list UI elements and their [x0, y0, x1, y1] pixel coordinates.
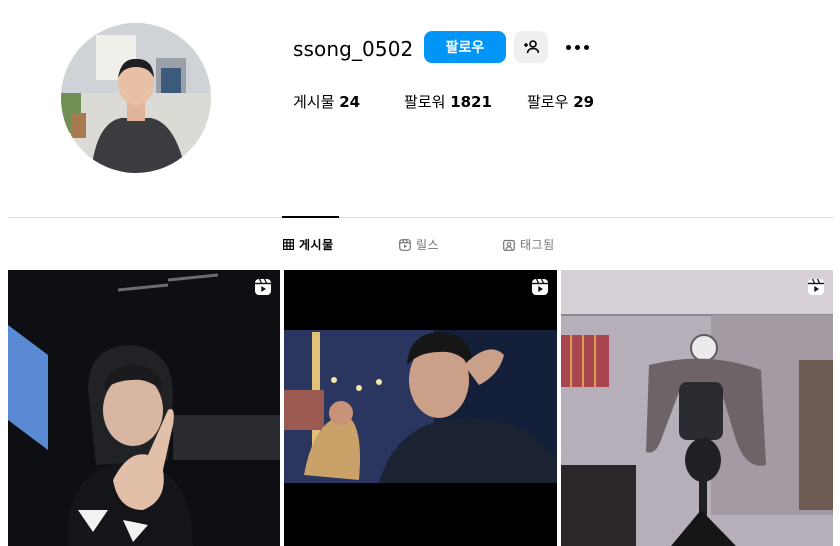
more-dot-icon [583, 44, 589, 50]
tagged-icon [503, 239, 515, 251]
profile-avatar[interactable] [61, 23, 211, 173]
active-tab-indicator [282, 216, 339, 218]
tab-reels[interactable]: 릴스 [399, 236, 439, 253]
followers-label: 팔로워 [404, 93, 446, 111]
followers-count[interactable]: 팔로워 1821 [404, 91, 492, 112]
posts-label: 게시물 [293, 93, 335, 111]
tab-posts[interactable]: 게시물 [283, 236, 334, 253]
posts-count: 게시물 24 [293, 91, 360, 112]
reel-icon [532, 278, 548, 295]
more-dot-icon [565, 44, 571, 50]
more-options-button[interactable] [562, 37, 592, 57]
profile-username: ssong_0502 [293, 37, 414, 61]
post-thumbnail [8, 270, 280, 546]
following-value: 29 [573, 93, 595, 111]
post-tile[interactable] [284, 270, 557, 546]
avatar-photo [61, 23, 211, 173]
reels-icon [399, 238, 411, 251]
more-dot-icon [574, 44, 580, 50]
posts-value: 24 [339, 93, 361, 111]
reel-icon [808, 278, 824, 295]
tab-tagged-label: 태그됨 [520, 238, 555, 252]
following-label: 팔로우 [527, 93, 569, 111]
tab-tagged[interactable]: 태그됨 [503, 236, 555, 253]
reel-icon [255, 278, 271, 295]
post-tile[interactable] [561, 270, 833, 546]
grid-icon [283, 239, 294, 250]
following-count[interactable]: 팔로우 29 [527, 91, 594, 112]
suggested-users-button[interactable] [514, 31, 548, 63]
tab-reels-label: 릴스 [416, 238, 440, 252]
post-tile[interactable] [8, 270, 280, 546]
add-user-icon [524, 40, 539, 54]
follow-button[interactable]: 팔로우 [424, 31, 506, 63]
post-thumbnail [561, 270, 833, 546]
tabs-divider [8, 217, 833, 218]
tab-posts-label: 게시물 [299, 238, 334, 252]
followers-value: 1821 [450, 93, 492, 111]
post-thumbnail [284, 270, 557, 546]
